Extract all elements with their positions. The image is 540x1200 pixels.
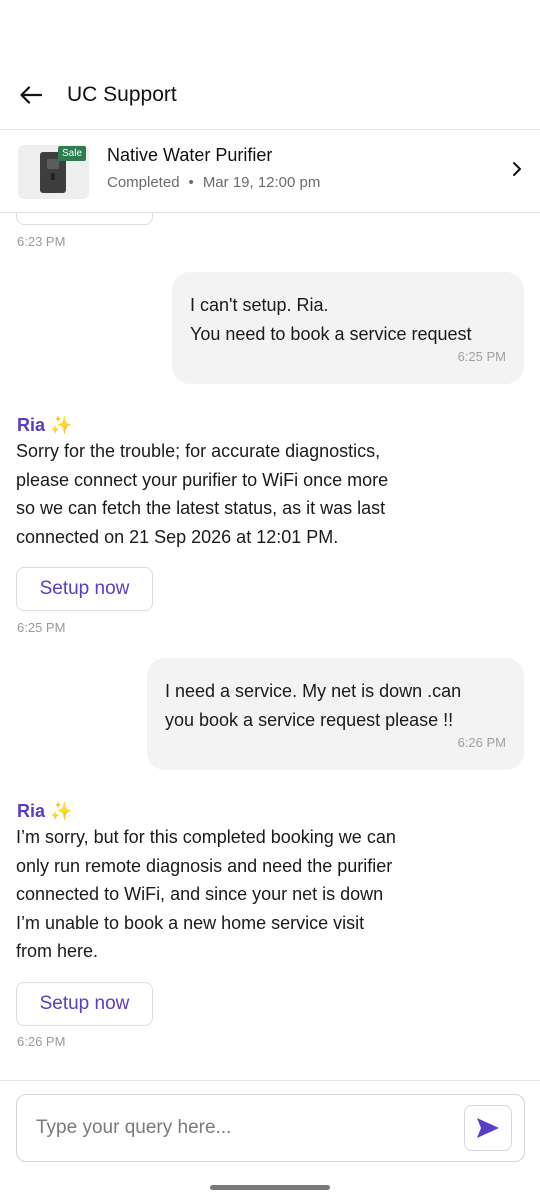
- bot-sender-name: Ria ✨: [17, 415, 72, 436]
- product-thumbnail: Sale: [18, 145, 89, 199]
- message-text-line: only run remote diagnosis and need the p…: [16, 855, 393, 876]
- setup-now-button-partial[interactable]: [16, 213, 153, 225]
- query-input[interactable]: [36, 1095, 456, 1161]
- setup-now-button[interactable]: Setup now: [16, 567, 153, 611]
- bot-sender-name: Ria ✨: [17, 801, 72, 822]
- message-text-line: I can't setup. Ria.: [190, 295, 329, 315]
- message-text-line: I need a service. My net is down .can: [165, 681, 462, 701]
- top-bar: UC Support: [0, 60, 540, 130]
- order-status: Completed: [107, 174, 180, 191]
- sparkle-icon: ✨: [50, 415, 73, 435]
- arrow-left-icon: [20, 85, 42, 104]
- message-text-line: Sorry for the trouble; for accurate diag…: [16, 441, 381, 461]
- chat-thread[interactable]: 6:23 PM I can't setup. Ria. You need to …: [0, 213, 540, 1080]
- sparkle-icon: ✨: [50, 801, 73, 821]
- message-text-line: You need to book a service request: [190, 324, 472, 344]
- page-title: UC Support: [67, 82, 177, 106]
- order-datetime: Mar 19, 12:00 pm: [202, 174, 321, 191]
- back-button[interactable]: [16, 80, 46, 110]
- home-indicator: [210, 1185, 330, 1190]
- order-summary-card[interactable]: Sale Native Water Purifier Completed • M…: [0, 131, 540, 213]
- bot-name-label: Ria: [17, 415, 46, 435]
- message-text-line: connected to WiFi, and since your net is…: [16, 884, 384, 904]
- message-text-line: I’m unable to book a new home service vi…: [16, 912, 365, 933]
- message-text-line: you book a service request please !!: [165, 710, 454, 730]
- message-timestamp: 6:25 PM: [17, 620, 66, 635]
- message-timestamp: 6:25 PM: [457, 349, 506, 364]
- message-text-line: connected on 21 Sep 2026 at 12:01 PM.: [16, 526, 339, 547]
- message-timestamp: 6:23 PM: [17, 234, 66, 249]
- send-icon: [477, 1118, 499, 1138]
- chevron-right-icon: [512, 161, 522, 182]
- bot-message-text: I’m sorry, but for this completed bookin…: [16, 823, 456, 966]
- meta-separator: •: [188, 174, 194, 191]
- message-text-line: I’m sorry, but for this completed bookin…: [16, 827, 396, 847]
- message-text-line: from here.: [16, 941, 99, 961]
- bot-name-label: Ria: [17, 801, 46, 821]
- bot-message-text: Sorry for the trouble; for accurate diag…: [16, 437, 456, 551]
- user-message-bubble: I can't setup. Ria. You need to book a s…: [172, 272, 524, 384]
- send-button[interactable]: [464, 1105, 512, 1151]
- message-composer: [0, 1080, 540, 1200]
- query-input-container: [16, 1094, 525, 1162]
- message-text-line: please connect your purifier to WiFi onc…: [16, 469, 389, 490]
- user-message-bubble: I need a service. My net is down .can yo…: [147, 658, 524, 770]
- message-timestamp: 6:26 PM: [17, 1034, 66, 1049]
- product-name: Native Water Purifier: [107, 145, 273, 165]
- message-timestamp: 6:26 PM: [457, 735, 506, 750]
- sale-badge: Sale: [58, 146, 87, 161]
- setup-now-button[interactable]: Setup now: [16, 982, 153, 1026]
- message-text-line: so we can fetch the latest status, as it…: [16, 498, 386, 518]
